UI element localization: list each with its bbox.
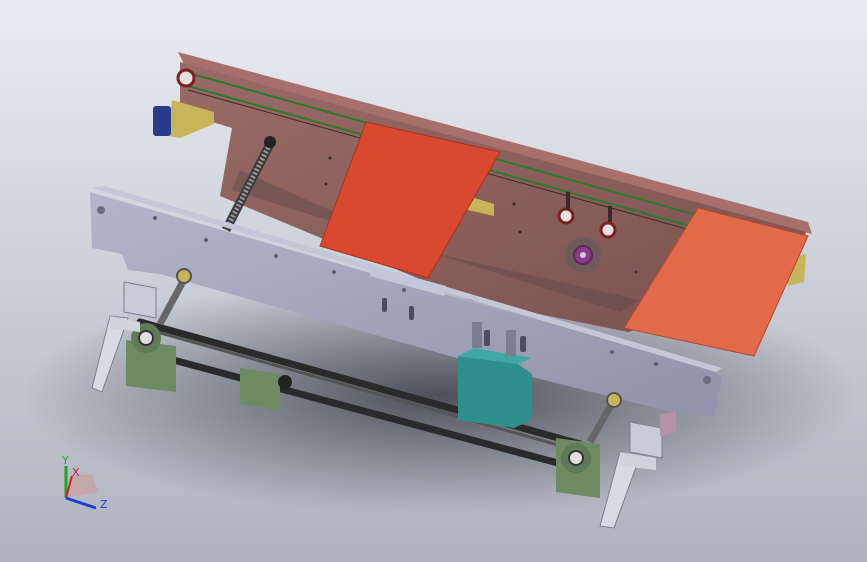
right-stand-bracket	[629, 421, 663, 459]
adjust-slot	[520, 336, 526, 352]
center-shaft-end-icon	[278, 375, 292, 389]
tension-pulley-right-icon	[599, 221, 617, 239]
hole	[324, 182, 328, 186]
mount-hole	[204, 238, 208, 242]
lead-screw-end-icon	[264, 136, 276, 148]
end-cap-icon	[153, 106, 171, 136]
right-end-plate	[660, 412, 676, 436]
motor-slot-left	[472, 322, 482, 348]
rear-left-pulley-icon	[176, 68, 196, 88]
left-stand-bracket	[123, 281, 157, 319]
triad-z-axis	[65, 496, 97, 510]
mount-hole	[654, 362, 658, 366]
motor-slot-right	[506, 330, 516, 356]
hole	[512, 202, 516, 206]
adjust-slot	[409, 306, 414, 320]
motor-gearbox	[458, 356, 532, 428]
mount-hole	[703, 376, 711, 384]
lead-screw-front-right-cap-icon	[606, 392, 622, 408]
drive-hub-center	[580, 252, 586, 258]
hole	[634, 270, 638, 274]
mount-hole	[274, 254, 278, 258]
mount-hole	[153, 216, 157, 220]
mount-hole	[402, 288, 406, 292]
mount-hole	[332, 270, 336, 274]
triad-z-label: Z	[100, 498, 108, 511]
right-drive-pulley-hub	[568, 450, 584, 466]
cad-model-scene[interactable]: Y X Z	[0, 0, 867, 562]
tension-pulley-left-icon	[557, 207, 575, 225]
lead-screw-front-left-cap-icon	[176, 268, 192, 284]
center-bearing-block	[240, 368, 280, 410]
left-drive-pulley-hub	[138, 330, 154, 346]
mount-hole	[610, 350, 614, 354]
adjust-slot	[484, 330, 490, 346]
graphics-viewport[interactable]: Y X Z	[0, 0, 867, 562]
hole	[328, 156, 332, 160]
adjust-slot	[382, 298, 387, 312]
mount-hole	[97, 206, 105, 214]
hole	[518, 230, 522, 234]
triad-y-label: Y	[61, 454, 69, 467]
triad-x-label: X	[72, 466, 80, 479]
